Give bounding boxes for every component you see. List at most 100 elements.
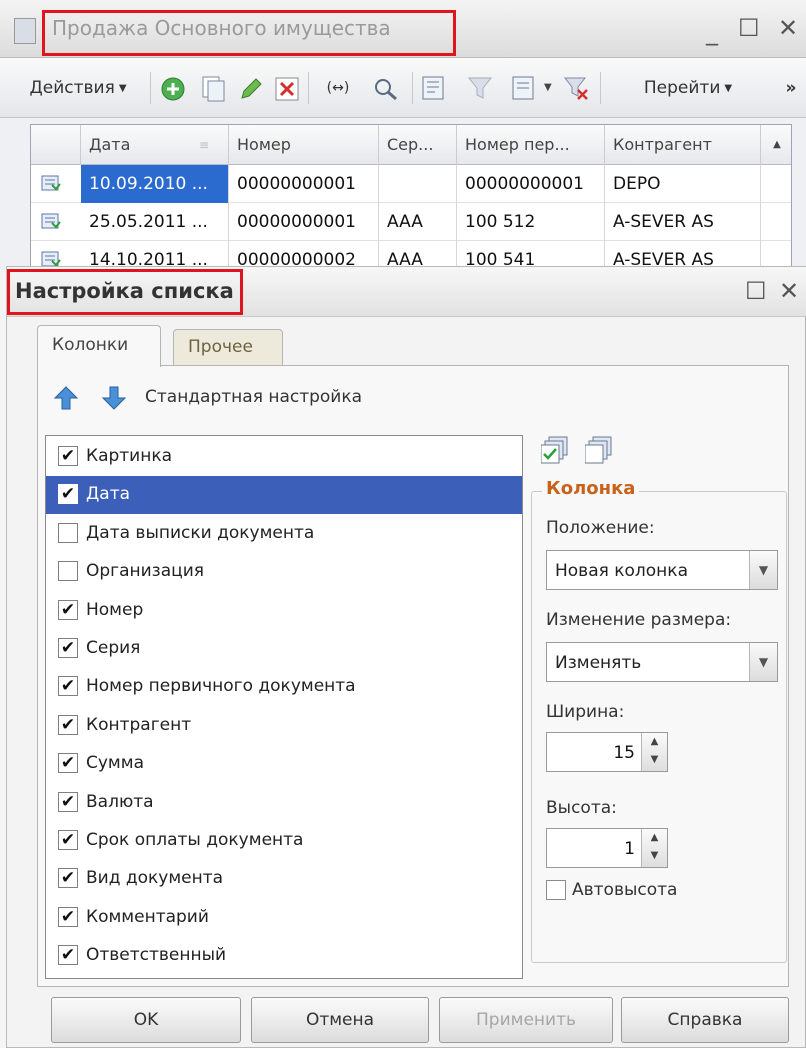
chevron-down-icon[interactable]: ▼ bbox=[544, 82, 552, 93]
clear-filter-icon[interactable] bbox=[562, 74, 592, 102]
column-visibility-checkbox[interactable] bbox=[58, 484, 78, 505]
column-visibility-checkbox[interactable] bbox=[58, 868, 78, 889]
table-cell[interactable]: AAA bbox=[379, 203, 457, 241]
list-item[interactable]: Картинка bbox=[46, 438, 522, 476]
list-item[interactable]: Комментарий bbox=[46, 899, 522, 937]
actions-label: Действия bbox=[29, 78, 115, 98]
grid-header-series[interactable]: Сер... bbox=[379, 125, 457, 165]
column-visibility-checkbox[interactable] bbox=[58, 906, 78, 927]
table-row[interactable]: 10.09.2010 ... 00000000001 00000000001 DEPO bbox=[31, 165, 791, 203]
autoheight-label: Автовысота bbox=[572, 880, 678, 900]
column-visibility-checkbox[interactable] bbox=[58, 446, 78, 466]
column-visibility-checkbox[interactable] bbox=[58, 599, 78, 620]
background-window: Продажа Основного имущества _ ☐ ✕ Действ… bbox=[0, 0, 806, 270]
cancel-button[interactable]: Отмена bbox=[251, 997, 429, 1043]
add-icon[interactable] bbox=[160, 76, 186, 102]
position-value: Новая колонка bbox=[555, 561, 688, 581]
minimize-button[interactable]: _ bbox=[706, 18, 718, 46]
find-icon[interactable] bbox=[372, 74, 402, 102]
list-item[interactable]: Номер первичного документа bbox=[46, 668, 522, 706]
grid-header-number[interactable]: Номер bbox=[229, 125, 379, 165]
title-highlight-box bbox=[42, 10, 456, 56]
columns-list: Картинка Дата Дата выписки документа Органи… bbox=[45, 435, 523, 979]
column-visibility-checkbox[interactable] bbox=[58, 522, 78, 543]
close-button[interactable]: ✕ bbox=[778, 14, 798, 42]
standard-settings-link[interactable]: Стандартная настройка bbox=[145, 387, 362, 407]
column-visibility-checkbox[interactable] bbox=[58, 676, 78, 697]
dialog-maximize-button[interactable]: ☐ bbox=[745, 277, 767, 305]
width-spinner[interactable]: 15 ▲ ▼ bbox=[546, 732, 668, 772]
autoheight-checkbox[interactable] bbox=[546, 880, 566, 900]
table-cell[interactable]: DEPO bbox=[605, 165, 761, 203]
chevron-down-icon[interactable]: ▼ bbox=[749, 551, 777, 589]
width-label: Ширина: bbox=[546, 702, 625, 722]
list-item[interactable]: Сумма bbox=[46, 745, 522, 783]
list-item[interactable]: Дата bbox=[46, 476, 522, 515]
column-visibility-checkbox[interactable] bbox=[58, 945, 78, 966]
list-item-label: Серия bbox=[86, 638, 141, 658]
table-cell[interactable]: 00000000001 bbox=[457, 165, 605, 203]
list-item[interactable]: Номер bbox=[46, 592, 522, 630]
column-visibility-checkbox[interactable] bbox=[58, 830, 78, 850]
list-item[interactable]: Ответственный bbox=[46, 937, 522, 975]
apply-button[interactable]: Применить bbox=[439, 997, 613, 1043]
spin-up-down-icon[interactable]: ▲ ▼ bbox=[641, 829, 667, 867]
move-down-icon[interactable] bbox=[101, 385, 127, 411]
column-visibility-checkbox[interactable] bbox=[58, 638, 78, 658]
table-cell[interactable]: 10.09.2010 ... bbox=[81, 165, 229, 203]
table-cell[interactable]: 25.05.2011 ... bbox=[81, 203, 229, 241]
column-group-legend: Колонка bbox=[542, 478, 640, 499]
maximize-button[interactable]: ☐ bbox=[738, 14, 760, 42]
resize-select[interactable]: Изменять ▼ bbox=[546, 642, 778, 682]
filter-history-icon[interactable] bbox=[510, 74, 540, 102]
position-select[interactable]: Новая колонка ▼ bbox=[546, 550, 778, 590]
table-cell[interactable]: 00000000001 bbox=[229, 165, 379, 203]
spin-up-down-icon[interactable]: ▲ ▼ bbox=[641, 733, 667, 771]
list-item[interactable]: Организация bbox=[46, 553, 522, 591]
list-item[interactable]: Контрагент bbox=[46, 707, 522, 745]
grid-header-primary-number[interactable]: Номер пер... bbox=[457, 125, 605, 165]
table-cell[interactable]: 00000000001 bbox=[229, 203, 379, 241]
list-item-label: Сумма bbox=[86, 753, 144, 774]
delete-icon[interactable] bbox=[274, 76, 300, 102]
resize-value: Изменять bbox=[555, 653, 642, 673]
list-item-label: Дата выписки документа bbox=[86, 522, 315, 543]
tab-other[interactable]: Прочее bbox=[173, 329, 283, 365]
bg-toolbar: Действия ▼ (↔) ▼ Перейти ▼ » bbox=[0, 58, 806, 118]
check-all-icon[interactable] bbox=[541, 435, 573, 465]
table-cell[interactable] bbox=[379, 165, 457, 203]
uncheck-all-icon[interactable] bbox=[585, 435, 617, 465]
list-item[interactable]: Серия bbox=[46, 630, 522, 668]
chevron-down-icon[interactable]: ▼ bbox=[749, 643, 777, 681]
help-button[interactable]: Справка bbox=[621, 997, 789, 1043]
grid-header-date[interactable]: Дата ≡ bbox=[81, 125, 229, 165]
height-label: Высота: bbox=[546, 798, 617, 818]
height-spinner[interactable]: 1 ▲ ▼ bbox=[546, 828, 668, 868]
toolbar-overflow-button[interactable]: » bbox=[780, 74, 802, 102]
column-visibility-checkbox[interactable] bbox=[58, 714, 78, 735]
list-item[interactable]: Валюта bbox=[46, 784, 522, 822]
hierarchy-toggle-button[interactable]: (↔) bbox=[316, 74, 360, 102]
table-cell[interactable]: 100 512 bbox=[457, 203, 605, 241]
list-item[interactable]: Вид документа bbox=[46, 860, 522, 898]
list-item-label: Ответственный bbox=[86, 945, 227, 966]
goto-menu[interactable]: Перейти ▼ bbox=[608, 74, 768, 102]
move-up-icon[interactable] bbox=[53, 385, 79, 411]
list-item[interactable]: Срок оплаты документа bbox=[46, 822, 522, 860]
column-visibility-checkbox[interactable] bbox=[58, 753, 78, 774]
table-row[interactable]: 25.05.2011 ... 00000000001 AAA 100 512 A-SEV… bbox=[31, 203, 791, 241]
filter-by-value-icon[interactable] bbox=[466, 74, 496, 102]
copy-icon[interactable] bbox=[200, 74, 226, 102]
tab-columns[interactable]: Колонки bbox=[37, 325, 161, 367]
scroll-up-icon[interactable]: ▲ bbox=[761, 125, 791, 165]
column-visibility-checkbox[interactable] bbox=[58, 561, 78, 582]
filter-setup-icon[interactable] bbox=[420, 74, 450, 102]
actions-menu[interactable]: Действия ▼ bbox=[8, 74, 148, 102]
ok-button[interactable]: OK bbox=[51, 997, 241, 1043]
dialog-close-button[interactable]: ✕ bbox=[779, 277, 799, 305]
column-visibility-checkbox[interactable] bbox=[58, 791, 78, 812]
table-cell[interactable]: A-SEVER AS bbox=[605, 203, 761, 241]
list-item[interactable]: Дата выписки документа bbox=[46, 515, 522, 553]
grid-header-counterparty[interactable]: Контрагент bbox=[605, 125, 761, 165]
edit-pencil-icon[interactable] bbox=[238, 76, 264, 102]
